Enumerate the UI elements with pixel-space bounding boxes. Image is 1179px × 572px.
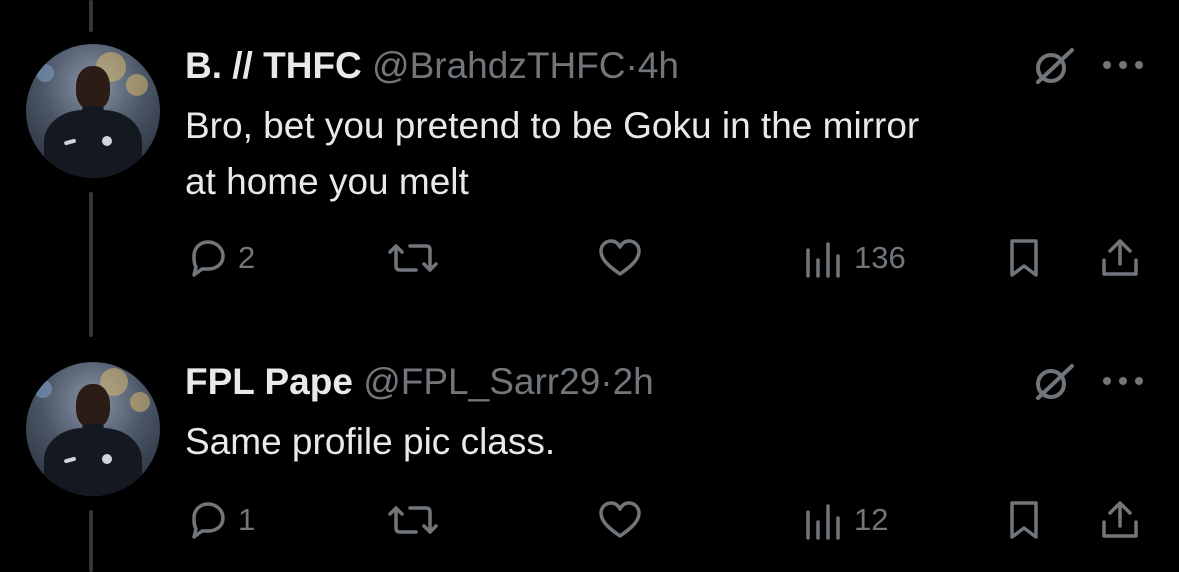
avatar[interactable] — [26, 362, 160, 496]
like-button[interactable] — [596, 498, 644, 542]
timestamp[interactable]: 4h — [638, 45, 679, 86]
retweet-button[interactable] — [386, 498, 440, 542]
tweet[interactable]: FPL Pape @FPL_Sarr29·2h Same profile pic… — [0, 340, 1179, 572]
action-bar: 1 12 — [0, 498, 1179, 548]
author-name[interactable]: FPL Pape — [185, 361, 353, 402]
share-button[interactable] — [1098, 236, 1142, 280]
tweet-text-line: at home you melt — [185, 161, 469, 202]
separator-dot: · — [625, 45, 638, 86]
reply-count: 1 — [238, 502, 256, 537]
tweet-text-line: Bro, bet you pretend to be Goku in the m… — [185, 105, 920, 146]
reply-button[interactable]: 1 — [186, 498, 255, 542]
like-button[interactable] — [596, 236, 644, 280]
more-icon[interactable] — [1100, 58, 1146, 72]
avatar[interactable] — [26, 44, 160, 178]
grok-icon[interactable] — [1028, 46, 1078, 86]
view-count: 12 — [854, 502, 889, 537]
grok-icon[interactable] — [1028, 362, 1078, 402]
author-handle[interactable]: @BrahdzTHFC — [372, 45, 625, 86]
bookmark-button[interactable] — [1004, 236, 1044, 280]
bookmark-icon — [1010, 239, 1038, 277]
tweet-header: B. // THFC @BrahdzTHFC·4h — [185, 44, 679, 88]
share-icon — [1102, 239, 1138, 276]
retweet-icon — [388, 506, 438, 534]
like-icon — [599, 501, 641, 538]
author-name[interactable]: B. // THFC — [185, 45, 362, 86]
reply-icon — [192, 502, 225, 539]
tweet-text-line: Same profile pic class. — [185, 421, 556, 462]
action-bar: 2 136 — [0, 236, 1179, 286]
views-button[interactable]: 136 — [802, 236, 906, 280]
more-icon[interactable] — [1100, 374, 1146, 388]
separator-dot: · — [600, 361, 613, 402]
timestamp[interactable]: 2h — [613, 361, 654, 402]
views-button[interactable]: 12 — [802, 498, 888, 542]
views-icon — [806, 504, 840, 540]
view-count: 136 — [854, 240, 906, 275]
share-icon — [1102, 501, 1138, 538]
bookmark-button[interactable] — [1004, 498, 1044, 542]
tweet[interactable]: B. // THFC @BrahdzTHFC·4h Bro, bet you p… — [0, 0, 1179, 330]
tweet-text: Bro, bet you pretend to be Goku in the m… — [185, 98, 1105, 210]
bookmark-icon — [1010, 501, 1038, 539]
tweet-text: Same profile pic class. — [185, 414, 1105, 470]
reply-button[interactable]: 2 — [186, 236, 255, 280]
author-handle[interactable]: @FPL_Sarr29 — [363, 361, 600, 402]
share-button[interactable] — [1098, 498, 1142, 542]
like-icon — [599, 239, 641, 276]
retweet-button[interactable] — [386, 236, 440, 280]
views-icon — [806, 242, 840, 278]
reply-icon — [192, 240, 225, 277]
tweet-header: FPL Pape @FPL_Sarr29·2h — [185, 360, 654, 404]
retweet-icon — [388, 244, 438, 272]
reply-count: 2 — [238, 240, 256, 275]
